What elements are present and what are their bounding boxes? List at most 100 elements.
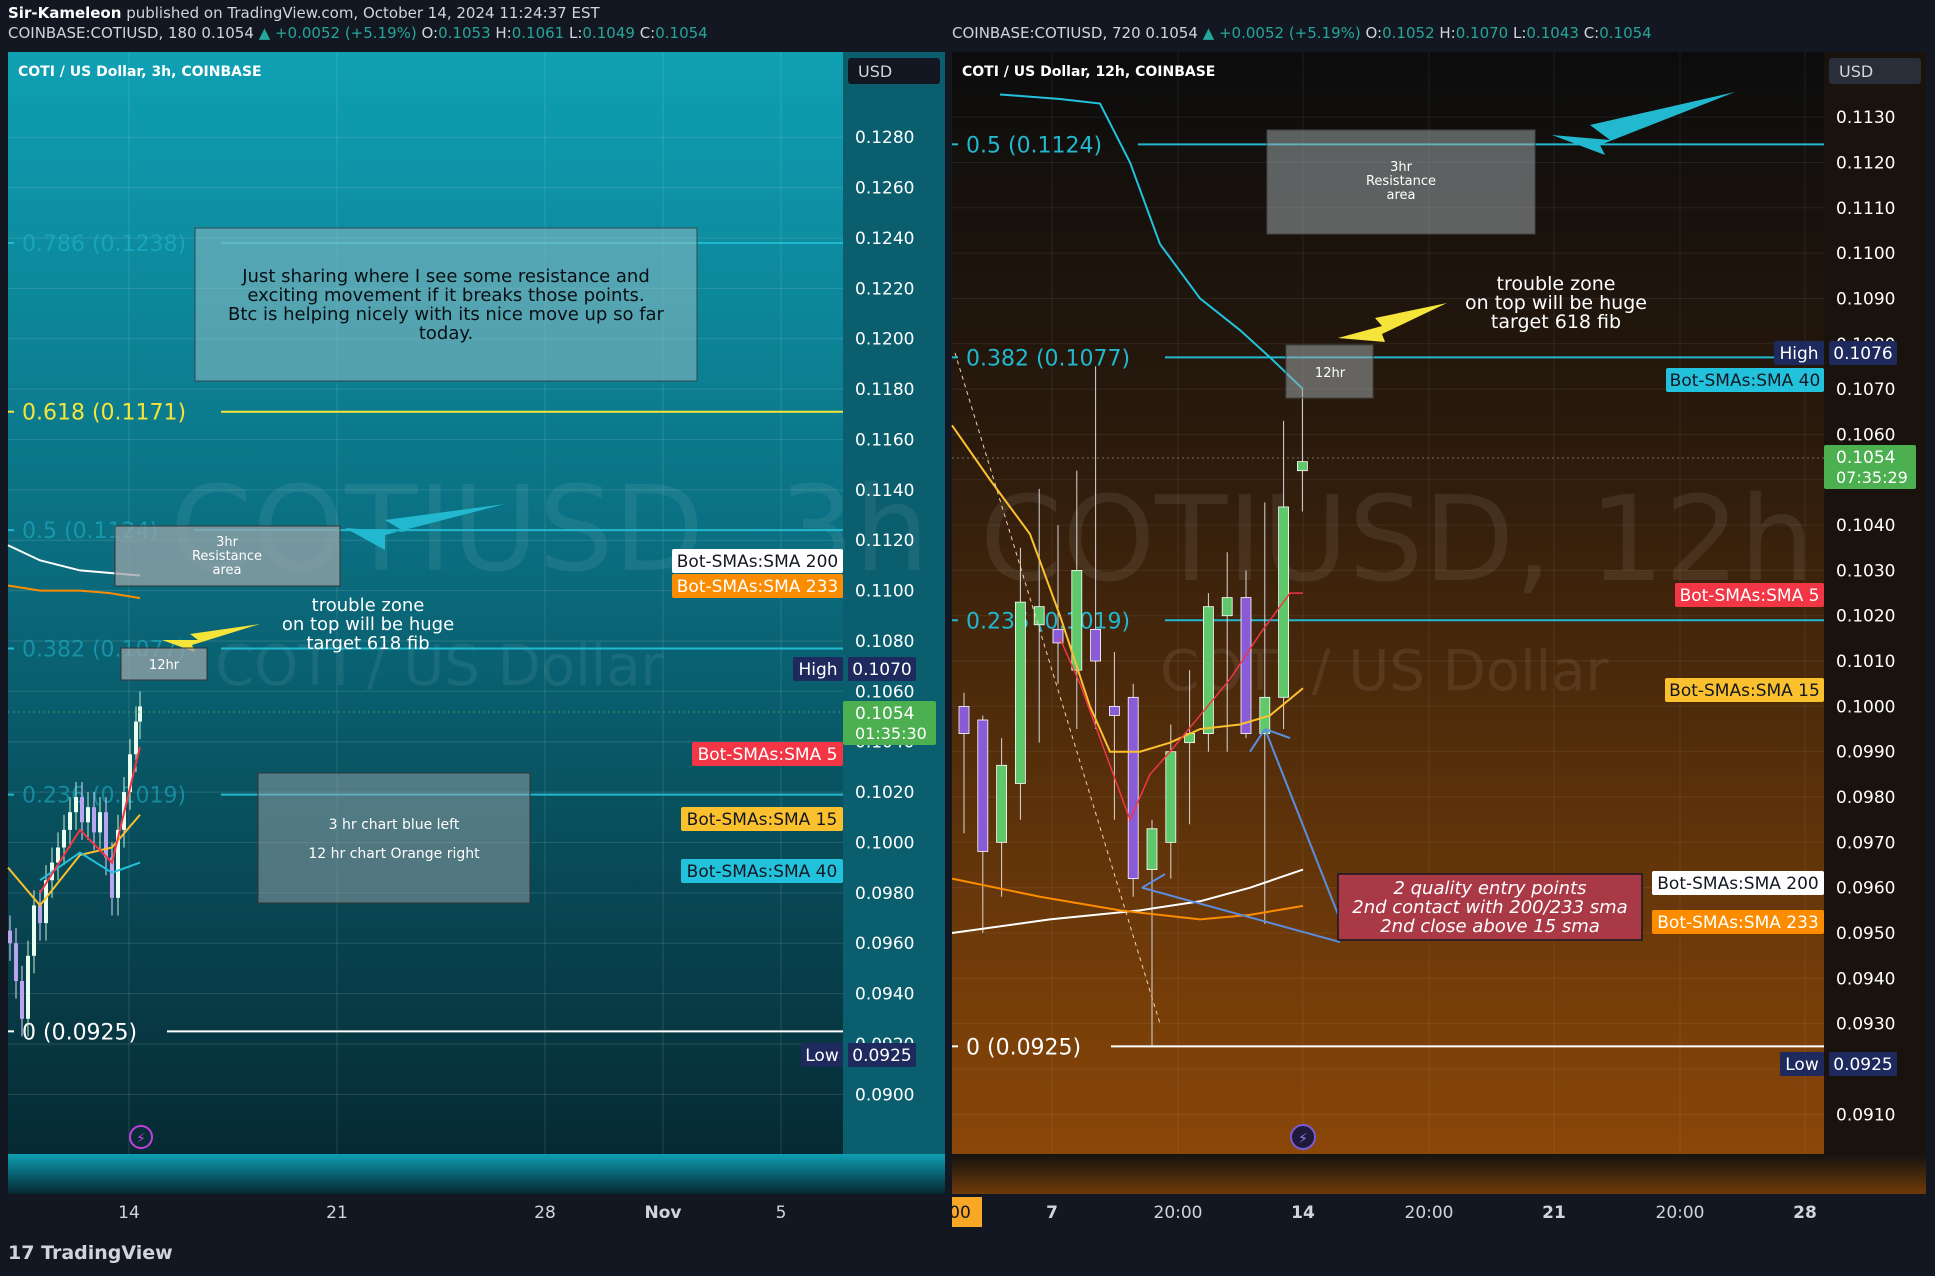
right-x-tick[interactable]: 20:00 [1656, 1203, 1705, 1223]
left-candle-body [134, 721, 138, 755]
right-bottom-strip [952, 1154, 1926, 1194]
left-x-tick[interactable]: Nov [645, 1203, 682, 1223]
left-low-label: Low [805, 1046, 839, 1066]
left-y-tick[interactable]: 0.1020 [855, 783, 914, 803]
left-current-price: 0.1054 [855, 704, 914, 724]
right-y-tick[interactable]: 0.1070 [1836, 380, 1895, 400]
right-x-tick[interactable]: 28 [1793, 1203, 1817, 1223]
left-y-tick[interactable]: 0.1100 [855, 582, 914, 602]
left-countdown: 01:35:30 [855, 724, 927, 743]
right-candle [1165, 751, 1177, 843]
left-trouble-text: trouble zone [312, 595, 425, 616]
right-legend-title: COTI / US Dollar, 12h, COINBASE [962, 64, 1215, 80]
left-sma-label: Bot-SMAs:SMA 200 [677, 552, 838, 572]
left-bottom-strip [8, 1154, 945, 1194]
left-candle-body [38, 905, 42, 924]
left-x-tick[interactable]: 14 [118, 1203, 140, 1223]
right-trouble-text: target 618 fib [1491, 311, 1621, 333]
right-y-tick[interactable]: 0.1120 [1836, 153, 1895, 173]
left-chart[interactable]: COTIUSD, 3h COTI / US Dollar 0.786 (0.12… [7, 52, 945, 1232]
left-y-tick[interactable]: 0.0900 [855, 1085, 914, 1105]
right-sma-label: Bot-SMAs:SMA 15 [1669, 681, 1820, 701]
right-y-tick[interactable]: 0.1060 [1836, 425, 1895, 445]
left-y-tick[interactable]: 0.1080 [855, 632, 914, 652]
right-y-tick[interactable]: 0.0910 [1836, 1105, 1895, 1125]
left-candle-body [26, 955, 30, 1019]
right-sma-label: Bot-SMAs:SMA 233 [1657, 913, 1818, 933]
left-y-tick[interactable]: 0.1160 [855, 430, 914, 450]
right-12hr-text: 12hr [1315, 366, 1346, 381]
right-x-tick[interactable]: 14 [1291, 1203, 1315, 1223]
left-12hr-text: 12hr [149, 658, 180, 673]
left-y-tick[interactable]: 0.1060 [855, 682, 914, 702]
left-note-text: today. [419, 323, 473, 344]
right-x-tick[interactable]: 00 [949, 1203, 971, 1223]
left-y-tick[interactable]: 0.0960 [855, 934, 914, 954]
right-sma-label: Bot-SMAs:SMA 40 [1670, 371, 1821, 391]
right-x-tick[interactable]: 20:00 [1405, 1203, 1454, 1223]
right-y-tick[interactable]: 0.1040 [1836, 516, 1895, 536]
tradingview-logo-icon: 𝟭𝟳 [8, 1242, 35, 1264]
right-y-tick[interactable]: 0.0980 [1836, 788, 1895, 808]
left-candle-body [8, 930, 12, 944]
right-entry-text: 2nd contact with 200/233 sma [1352, 897, 1627, 918]
left-y-tick[interactable]: 0.1180 [855, 380, 914, 400]
tradingview-logo-text: TradingView [41, 1242, 173, 1264]
left-y-tick[interactable]: 0.1120 [855, 531, 914, 551]
left-legend-note-blue: 3 hr chart blue left [329, 817, 460, 833]
left-y-tick[interactable]: 0.1220 [855, 279, 914, 299]
right-fib-label: 0 (0.0925) [966, 1035, 1081, 1060]
left-x-tick[interactable]: 21 [326, 1203, 348, 1223]
left-trouble-text: on top will be huge [282, 614, 454, 635]
right-y-tick[interactable]: 0.1100 [1836, 244, 1895, 264]
right-x-tick[interactable]: 7 [1046, 1203, 1058, 1223]
right-y-tick[interactable]: 0.0940 [1836, 969, 1895, 989]
left-trouble-text: target 618 fib [306, 633, 429, 654]
left-resistance-text: Resistance [192, 549, 262, 564]
right-resistance-text: area [1387, 188, 1416, 203]
left-y-tick[interactable]: 0.0980 [855, 884, 914, 904]
panel-divider[interactable] [945, 52, 952, 1232]
left-legend-note-box[interactable] [257, 772, 531, 904]
right-price-axis[interactable]: 0.11300.11200.11100.11000.10900.10800.10… [1836, 108, 1895, 1125]
right-y-tick[interactable]: 0.0950 [1836, 924, 1895, 944]
right-resistance-text: Resistance [1366, 174, 1436, 189]
left-y-tick[interactable]: 0.1000 [855, 833, 914, 853]
left-y-tick[interactable]: 0.0940 [855, 985, 914, 1005]
left-x-tick[interactable]: 5 [776, 1203, 787, 1223]
left-candle-body [138, 706, 142, 722]
right-y-tick[interactable]: 0.0990 [1836, 743, 1895, 763]
right-chart[interactable]: COTIUSD, 12h COTI / US Dollar 0.5 (0.112… [949, 52, 1926, 1232]
right-y-tick[interactable]: 0.1000 [1836, 697, 1895, 717]
right-y-tick[interactable]: 0.1110 [1836, 199, 1895, 219]
left-candle-body [62, 829, 66, 848]
left-y-tick[interactable]: 0.1200 [855, 330, 914, 350]
right-y-tick[interactable]: 0.1020 [1836, 607, 1895, 627]
right-candle [977, 719, 989, 852]
right-x-tick[interactable]: 20:00 [1154, 1203, 1203, 1223]
left-y-tick[interactable]: 0.1140 [855, 481, 914, 501]
left-candle-body [104, 812, 108, 858]
right-y-tick[interactable]: 0.0970 [1836, 833, 1895, 853]
left-x-tick[interactable]: 28 [534, 1203, 556, 1223]
right-y-tick[interactable]: 0.1130 [1836, 108, 1895, 128]
right-x-tick[interactable]: 21 [1542, 1203, 1566, 1223]
right-resistance-text: 3hr [1390, 160, 1413, 175]
right-entry-text: 2nd close above 15 sma [1380, 916, 1600, 937]
right-y-tick[interactable]: 0.1030 [1836, 561, 1895, 581]
right-high-label: High [1779, 344, 1818, 364]
right-y-tick[interactable]: 0.0960 [1836, 879, 1895, 899]
left-y-tick[interactable]: 0.1280 [855, 128, 914, 148]
charts-canvas[interactable]: COTIUSD, 3h COTI / US Dollar 0.786 (0.12… [0, 0, 1935, 1276]
right-y-tick[interactable]: 0.0930 [1836, 1015, 1895, 1035]
right-fib-label: 0.5 (0.1124) [966, 133, 1102, 158]
left-currency: USD [858, 62, 892, 81]
right-y-tick[interactable]: 0.1090 [1836, 289, 1895, 309]
left-resistance-text: area [213, 563, 242, 578]
right-candle [1090, 628, 1101, 662]
right-currency: USD [1839, 62, 1873, 81]
left-y-tick[interactable]: 0.1240 [855, 229, 914, 249]
left-y-tick[interactable]: 0.1260 [855, 179, 914, 199]
right-y-tick[interactable]: 0.1010 [1836, 652, 1895, 672]
tradingview-logo[interactable]: 𝟭𝟳 TradingView [8, 1242, 173, 1264]
